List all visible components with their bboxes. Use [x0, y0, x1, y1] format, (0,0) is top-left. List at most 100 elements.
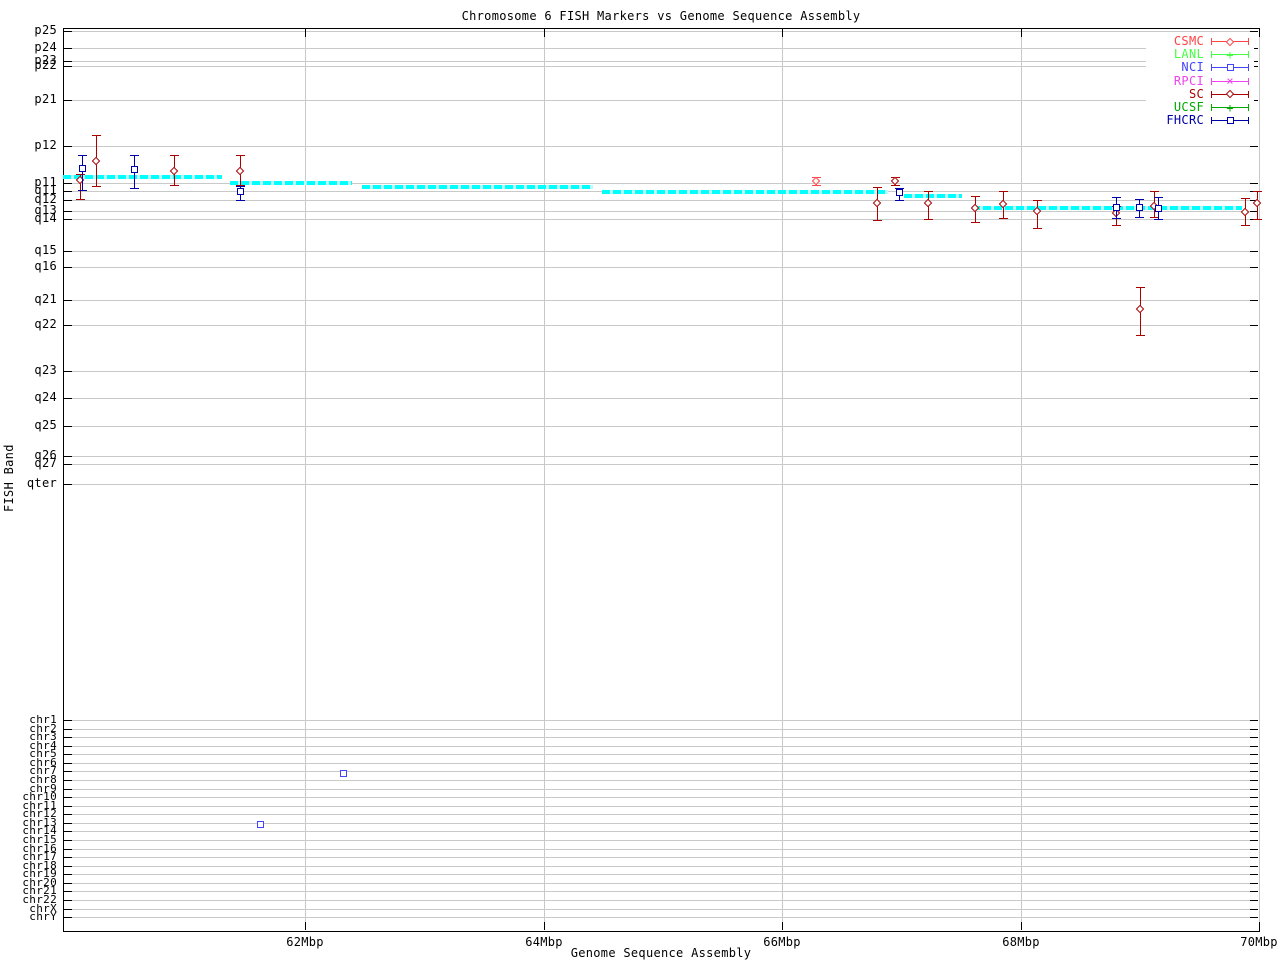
axis-tick-right: [1250, 771, 1258, 773]
axis-tick-right: [1250, 484, 1258, 485]
grid-line-h: [64, 426, 1258, 427]
axis-tick-bottom: [1259, 922, 1260, 930]
grid-line-h: [64, 720, 1258, 721]
band-label: qter: [26, 476, 57, 490]
error-bar-cap: [1134, 199, 1144, 200]
axis-tick-left: [64, 251, 72, 252]
error-bar-cap: [1252, 191, 1262, 192]
legend-sample-cap: [1211, 38, 1212, 45]
grid-line-h: [64, 848, 1258, 850]
data-point-sc-marker: [169, 166, 179, 175]
axis-tick-left: [64, 848, 72, 850]
grid-line-h: [64, 908, 1258, 910]
grid-line-h: [64, 146, 1258, 147]
axis-tick-bottom: [305, 922, 306, 930]
error-bar-cap: [1032, 200, 1042, 201]
axis-tick-left: [64, 797, 72, 799]
axis-tick-right: [1250, 728, 1258, 730]
legend-sample-cap: [1211, 104, 1212, 111]
axis-tick-left: [64, 814, 72, 816]
assembly-segment: [972, 205, 1242, 210]
axis-tick-right: [1250, 251, 1258, 252]
axis-tick-left: [64, 762, 72, 764]
grid-line-h: [64, 398, 1258, 399]
band-label: q27: [34, 456, 57, 470]
band-label: q21: [34, 292, 57, 306]
plot-area: p25 p24 p23 p22 p21 p12 p11 q11 q12 q13 q14 q15 q16 q…: [0, 0, 1280, 960]
axis-tick-left: [64, 822, 72, 824]
axis-tick-left: [64, 300, 72, 301]
grid-line-h: [64, 219, 1258, 220]
axis-tick-left: [64, 857, 72, 859]
axis-tick-left: [64, 891, 72, 893]
legend-sample-cap: [1248, 51, 1249, 59]
axis-tick-left: [64, 771, 72, 773]
grid-line-h: [64, 300, 1258, 301]
data-point-fhcrc-marker: [130, 165, 138, 173]
error-bar-cap: [1111, 218, 1121, 219]
chart-canvas: Chromosome 6 FISH Markers vs Genome Sequ…: [0, 0, 1280, 960]
grid-line-h: [64, 100, 1258, 101]
legend-row: FHCRC: [1146, 114, 1254, 127]
legend-label: UCSF: [1173, 100, 1204, 114]
legend-row: LANL +: [1146, 47, 1254, 62]
error-bar-cap: [894, 200, 904, 201]
axis-tick-left: [64, 865, 72, 867]
grid-line-h: [64, 805, 1258, 807]
error-bar-cap: [1032, 228, 1042, 229]
grid-line-h: [64, 456, 1258, 457]
legend-label: CSMC: [1173, 34, 1204, 48]
axis-tick-right: [1250, 183, 1258, 184]
axis-tick-right: [1250, 908, 1258, 910]
axis-tick-left: [64, 426, 72, 427]
axis-tick-left: [64, 464, 72, 465]
band-label: p25: [34, 23, 57, 37]
axis-tick-left: [64, 840, 72, 841]
axis-tick-top: [544, 29, 545, 37]
band-label: q23: [34, 363, 57, 377]
legend-marker-plus: +: [1226, 100, 1234, 115]
error-bar-cap: [970, 222, 980, 223]
axis-tick-left: [64, 48, 72, 49]
error-bar-cap: [1153, 197, 1163, 198]
error-bar-cap: [169, 155, 179, 156]
axis-tick-right: [1250, 865, 1258, 867]
grid-line-h: [64, 780, 1258, 781]
axis-tick-left: [64, 788, 72, 790]
axis-tick-left: [64, 805, 72, 807]
grid-line-h: [64, 66, 1258, 67]
axis-tick-left: [64, 831, 72, 833]
grid-line-h: [64, 857, 1258, 859]
legend-row: RPCI ×: [1146, 74, 1254, 89]
grid-line-h: [64, 771, 1258, 773]
x-tick-label: 62Mbp: [286, 935, 324, 949]
grid-line-h: [64, 61, 1258, 62]
grid-line-h: [64, 484, 1258, 485]
grid-line-h: [64, 325, 1258, 326]
legend-sample-cap: [1211, 117, 1212, 125]
axis-tick-right: [1250, 857, 1258, 859]
band-label: p24: [34, 40, 57, 54]
legend-row: UCSF +: [1146, 100, 1254, 115]
band-label: q15: [34, 243, 57, 257]
axis-tick-bottom: [544, 922, 545, 930]
band-label: q25: [34, 418, 57, 432]
axis-tick-right: [1250, 805, 1258, 807]
error-bar-cap: [235, 186, 245, 187]
x-tick-label: 64Mbp: [525, 935, 563, 949]
error-bar-cap: [91, 135, 101, 136]
axis-tick-left: [64, 728, 72, 730]
axis-tick-right: [1250, 464, 1258, 465]
legend-label: SC: [1188, 86, 1204, 101]
grid-line-h: [64, 48, 1258, 49]
grid-line-v: [305, 29, 306, 930]
legend-marker-plus: +: [1226, 47, 1234, 62]
axis-tick-left: [64, 737, 72, 739]
legend-marker-cross: ×: [1226, 74, 1234, 89]
grid-line-h: [64, 797, 1258, 799]
axis-tick-right: [1250, 398, 1258, 399]
grid-line-h: [64, 251, 1258, 252]
error-bar-cap: [1134, 217, 1144, 218]
axis-tick-right: [1250, 788, 1258, 790]
grid-line-h: [64, 211, 1258, 212]
